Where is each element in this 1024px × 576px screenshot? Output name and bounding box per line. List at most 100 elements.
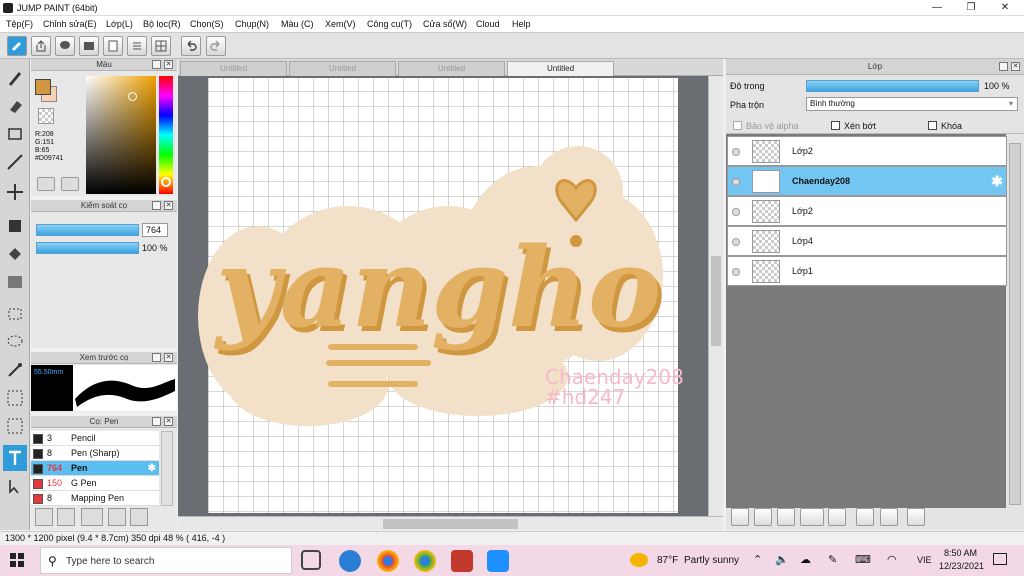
cloud-icon[interactable]: ☁ [800, 553, 811, 566]
lock-checkbox[interactable] [928, 121, 937, 130]
hue-cursor[interactable] [161, 177, 171, 187]
visibility-icon[interactable] [732, 268, 740, 276]
brush-cloud-icon[interactable] [35, 508, 53, 526]
task-view-icon[interactable] [301, 550, 321, 570]
horizontal-scroll-thumb[interactable] [383, 519, 518, 529]
list-icon[interactable] [127, 36, 147, 56]
visibility-icon[interactable] [732, 208, 740, 216]
word-app-icon[interactable] [487, 550, 509, 572]
pen-mode-icon[interactable] [7, 36, 27, 56]
volume-icon[interactable]: 🔈 [775, 553, 789, 566]
panel-float-icon[interactable] [152, 201, 161, 210]
layer-row-lop4[interactable]: Lớp4 [727, 226, 1007, 256]
vertical-scroll-thumb[interactable] [711, 256, 721, 346]
brush-item-pen-sharp[interactable]: 8 Pen (Sharp) [31, 446, 159, 461]
clock-date[interactable]: 12/23/2021 [939, 561, 984, 571]
new-brush-icon[interactable] [57, 508, 75, 526]
undo-icon[interactable] [181, 36, 201, 56]
brush-size-value[interactable]: 764 [142, 223, 168, 237]
brush-item-pencil[interactable]: 3 Pencil [31, 431, 159, 446]
clock-time[interactable]: 8:50 AM [944, 548, 977, 558]
layer-opacity-slider[interactable] [806, 80, 979, 92]
eraser-tool-icon[interactable] [3, 93, 27, 119]
panel-close-icon[interactable]: ✕ [164, 60, 173, 69]
menu-tools[interactable]: Công cụ(T) [367, 19, 412, 29]
canvas-horizontal-scrollbar[interactable] [178, 516, 723, 530]
menu-color[interactable]: Màu (C) [281, 19, 314, 29]
keyboard-icon[interactable]: ⌨ [855, 553, 871, 566]
panel-float-icon[interactable] [152, 353, 161, 362]
select-pen-tool-icon[interactable] [3, 385, 27, 411]
export-icon[interactable] [31, 36, 51, 56]
brush-list-scrollbar[interactable] [161, 431, 173, 506]
weather-temp[interactable]: 87°F [657, 555, 678, 566]
brush-item-mapping-pen[interactable]: 8 Mapping Pen [31, 491, 159, 506]
menu-edit[interactable]: Chỉnh sửa(E) [43, 19, 97, 29]
transparent-swatch[interactable] [38, 108, 54, 124]
tab-untitled-active[interactable]: Untitled [507, 61, 614, 76]
picker-cursor[interactable] [128, 92, 137, 101]
menu-window[interactable]: Cửa sổ(W) [423, 19, 467, 29]
panel-close-icon[interactable]: ✕ [164, 353, 173, 362]
wifi-icon[interactable]: ◠ [887, 553, 897, 566]
delete-layer-icon[interactable] [907, 508, 925, 526]
merge-layer-icon[interactable] [856, 508, 874, 526]
gear-icon[interactable]: ✱ [148, 461, 156, 476]
message-icon[interactable] [79, 36, 99, 56]
menu-select[interactable]: Chọn(S) [190, 19, 224, 29]
menu-capture[interactable]: Chụp(N) [235, 19, 269, 29]
notification-icon[interactable] [993, 553, 1007, 565]
operation-tool-icon[interactable] [3, 473, 27, 499]
saturation-value-picker[interactable] [86, 76, 156, 194]
select-eraser-tool-icon[interactable] [3, 413, 27, 439]
minimize-button[interactable]: — [920, 0, 954, 16]
menu-help[interactable]: Help [512, 19, 531, 29]
layer-row-lop1[interactable]: Lớp1 [727, 256, 1007, 286]
visibility-icon[interactable] [732, 148, 740, 156]
layer-row-lop2-top[interactable]: Lớp2 [727, 136, 1007, 166]
gear-icon[interactable]: ✱ [991, 173, 1003, 190]
panel-float-icon[interactable] [999, 62, 1008, 71]
color-history-icon[interactable] [61, 177, 79, 191]
maximize-button[interactable]: ❐ [954, 0, 988, 16]
select-rect-tool-icon[interactable] [3, 301, 27, 327]
main-color-swatch[interactable] [35, 79, 51, 95]
panel-close-icon[interactable]: ✕ [164, 417, 173, 426]
visibility-icon[interactable] [732, 238, 740, 246]
new-folder-icon[interactable] [828, 508, 846, 526]
fill-rect-tool-icon[interactable] [3, 213, 27, 239]
language-indicator[interactable]: VIE [917, 555, 932, 565]
visibility-icon[interactable] [732, 178, 740, 186]
gradient-tool-icon[interactable] [3, 269, 27, 295]
rectangle-tool-icon[interactable] [3, 121, 27, 147]
layer-list-scrollbar[interactable] [1009, 143, 1021, 505]
brush-settings-icon[interactable] [108, 508, 126, 526]
text-tool-icon[interactable] [3, 445, 27, 471]
layer-row-chaenday208[interactable]: Chaenday208 ✱ [727, 166, 1007, 196]
tab-untitled-1[interactable]: Untitled [180, 61, 287, 76]
menu-cloud[interactable]: Cloud [476, 19, 500, 29]
grid-icon[interactable] [151, 36, 171, 56]
brush-size-slider[interactable] [36, 224, 139, 236]
weather-icon[interactable] [630, 553, 648, 567]
clip-checkbox[interactable] [831, 121, 840, 130]
tab-untitled-2[interactable]: Untitled [289, 61, 396, 76]
canvas[interactable]: yangho yangho Chaenday208 #hd247 [178, 76, 708, 516]
magic-wand-tool-icon[interactable] [3, 357, 27, 383]
weather-desc[interactable]: Partly sunny [684, 555, 739, 566]
panel-float-icon[interactable] [152, 60, 161, 69]
chrome-icon[interactable] [377, 550, 399, 572]
brush-folder-icon[interactable] [130, 508, 148, 526]
redo-icon[interactable] [206, 36, 226, 56]
close-button[interactable]: ✕ [988, 0, 1022, 16]
protect-alpha-checkbox[interactable] [733, 121, 742, 130]
lasso-tool-icon[interactable] [3, 329, 27, 355]
blend-mode-select[interactable]: Bình thường ▾ [806, 97, 1018, 111]
brush-opacity-slider[interactable] [36, 242, 139, 254]
brush-tool-icon[interactable] [3, 65, 27, 91]
brush-copy-icon[interactable] [81, 508, 103, 526]
palette-icon[interactable] [37, 177, 55, 191]
move-tool-icon[interactable] [3, 179, 27, 205]
chevron-up-icon[interactable]: ⌃ [753, 553, 762, 566]
panel-close-icon[interactable]: ✕ [1011, 62, 1020, 71]
